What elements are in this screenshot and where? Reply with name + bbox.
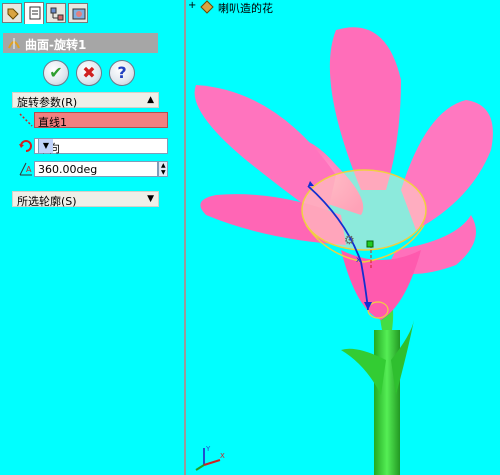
help-icon: ? xyxy=(117,63,127,82)
revolve-type-select[interactable]: 单向 ▼ xyxy=(34,138,168,155)
group-title: 所选轮廓(S) xyxy=(17,195,77,208)
expand-icon[interactable]: ▼ xyxy=(147,194,154,204)
flower-model: x ⚙ Y X xyxy=(194,27,493,475)
close-icon: ✖ xyxy=(82,63,96,82)
tab-feature-manager[interactable] xyxy=(2,3,22,23)
cancel-button[interactable]: ✖ xyxy=(76,60,102,86)
revolve-surface-icon xyxy=(7,36,21,53)
axis-selection-value: 直线1 xyxy=(38,116,67,129)
property-sheet-icon xyxy=(29,6,41,20)
selected-contours-header[interactable]: 所选轮廓(S) ▼ xyxy=(12,191,159,208)
feature-title-bar: 曲面-旋转1 xyxy=(3,33,158,53)
property-manager-panel: 曲面-旋转1 ✔ ✖ ? 旋转参数(R) ▲ 直线1 单向 ▼ A 3 xyxy=(0,0,184,475)
angle-icon: A xyxy=(18,161,34,177)
angle-value: 360.00deg xyxy=(38,163,98,176)
tab-property-manager[interactable] xyxy=(24,2,44,24)
configuration-icon xyxy=(50,7,64,21)
svg-text:Y: Y xyxy=(205,445,211,453)
revolve-parameters-group: 旋转参数(R) ▲ 直线1 单向 ▼ A 360.00deg ▲ ▼ xyxy=(12,92,168,182)
svg-text:⚙: ⚙ xyxy=(344,233,355,247)
display-manager-icon xyxy=(72,8,86,20)
help-button[interactable]: ? xyxy=(109,60,135,86)
spin-down-icon[interactable]: ▼ xyxy=(161,169,166,176)
collapse-icon[interactable]: ▲ xyxy=(147,95,154,105)
axis-line-icon xyxy=(18,112,34,128)
reverse-direction-icon[interactable] xyxy=(18,138,34,154)
spin-up-icon[interactable]: ▲ xyxy=(161,162,166,169)
graphics-viewport[interactable]: + 喇叭造的花 x ⚙ Y X xyxy=(186,0,500,475)
axis-selection-field[interactable]: 直线1 xyxy=(34,112,168,129)
ok-button[interactable]: ✔ xyxy=(43,60,69,86)
chevron-down-icon[interactable]: ▼ xyxy=(38,139,53,153)
tab-configuration-manager[interactable] xyxy=(46,3,66,23)
manager-tab-bar xyxy=(0,0,184,28)
angle-spinner[interactable]: ▲ ▼ xyxy=(158,161,168,177)
tab-display-manager[interactable] xyxy=(68,3,88,23)
revolve-parameters-header[interactable]: 旋转参数(R) ▲ xyxy=(12,92,159,109)
svg-text:X: X xyxy=(220,452,225,460)
svg-text:A: A xyxy=(26,165,32,174)
feature-title: 曲面-旋转1 xyxy=(25,38,87,52)
svg-text:x: x xyxy=(356,255,361,264)
axis-triad: Y X xyxy=(195,445,225,471)
selected-contours-group: 所选轮廓(S) ▼ xyxy=(12,191,159,208)
group-title: 旋转参数(R) xyxy=(17,96,78,109)
feature-tree-icon xyxy=(7,8,19,20)
check-icon: ✔ xyxy=(49,63,63,82)
angle-input[interactable]: 360.00deg xyxy=(34,161,158,177)
